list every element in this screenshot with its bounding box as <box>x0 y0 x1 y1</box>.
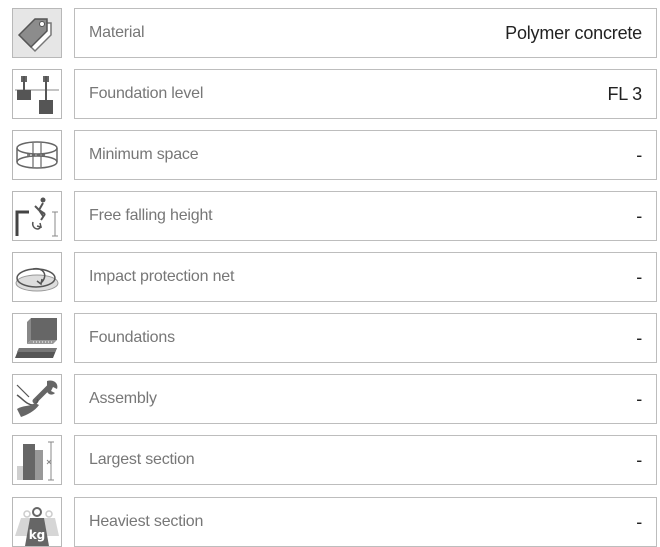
assembly-field: Assembly - <box>74 374 657 424</box>
foundations-icon-box <box>12 313 62 363</box>
property-row-largest-section: Largest section - <box>12 435 657 485</box>
assembly-icon-box <box>12 374 62 424</box>
impact-protection-net-value: - <box>636 267 642 287</box>
foundation-level-field: Foundation level FL 3 <box>74 69 657 119</box>
property-row-assembly: Assembly - <box>12 374 657 424</box>
assembly-label: Assembly <box>89 390 157 407</box>
assembly-value: - <box>636 389 642 409</box>
foundation-block-icon <box>15 318 57 358</box>
material-label: Material <box>89 24 145 41</box>
foundations-field: Foundations - <box>74 313 657 363</box>
largest-section-value: - <box>636 450 642 470</box>
impact-protection-net-label: Impact protection net <box>89 268 235 285</box>
wrench-hand-icon <box>16 380 58 417</box>
impact-net-icon-box <box>12 252 62 302</box>
foundation-level-label: Foundation level <box>89 85 204 102</box>
section-size-icon <box>17 441 54 481</box>
foundation-level-icon-box <box>12 69 62 119</box>
foundations-label: Foundations <box>89 329 175 346</box>
largest-section-icon-box <box>12 435 62 485</box>
foundations-value: - <box>636 328 642 348</box>
impact-protection-net-field: Impact protection net - <box>74 252 657 302</box>
heaviest-section-field: Heaviest section - <box>74 497 657 547</box>
largest-section-label: Largest section <box>89 451 195 468</box>
foundation-level-value: FL 3 <box>607 84 642 104</box>
material-icon-box <box>12 8 62 58</box>
property-row-foundation-level: Foundation level FL 3 <box>12 69 657 119</box>
largest-section-field: Largest section - <box>74 435 657 485</box>
property-row-material: Material Polymer concrete <box>12 8 657 58</box>
minimum-space-icon-box <box>12 130 62 180</box>
foundation-level-icon <box>15 76 59 114</box>
minimum-space-value: - <box>636 145 642 165</box>
property-row-heaviest-section: kg Heaviest section - <box>12 497 657 547</box>
heaviest-section-icon-box: kg <box>12 497 62 547</box>
minimum-space-icon <box>16 141 58 169</box>
heaviest-section-value: - <box>636 512 642 532</box>
free-fall-icon-box <box>12 191 62 241</box>
property-row-impact-protection-net: Impact protection net - <box>12 252 657 302</box>
property-row-foundations: Foundations - <box>12 313 657 363</box>
weight-kg-icon: kg <box>15 507 59 546</box>
material-value: Polymer concrete <box>505 23 642 43</box>
minimum-space-label: Minimum space <box>89 146 199 163</box>
kg-icon-text: kg <box>29 528 46 542</box>
material-field: Material Polymer concrete <box>74 8 657 58</box>
free-falling-height-value: - <box>636 206 642 226</box>
property-row-free-falling-height: Free falling height - <box>12 191 657 241</box>
price-tag-icon <box>13 9 61 57</box>
minimum-space-field: Minimum space - <box>74 130 657 180</box>
free-falling-height-label: Free falling height <box>89 207 213 224</box>
impact-net-icon <box>15 267 59 292</box>
property-row-minimum-space: Minimum space - <box>12 130 657 180</box>
free-fall-icon <box>15 197 58 237</box>
heaviest-section-label: Heaviest section <box>89 513 204 530</box>
free-falling-height-field: Free falling height - <box>74 191 657 241</box>
